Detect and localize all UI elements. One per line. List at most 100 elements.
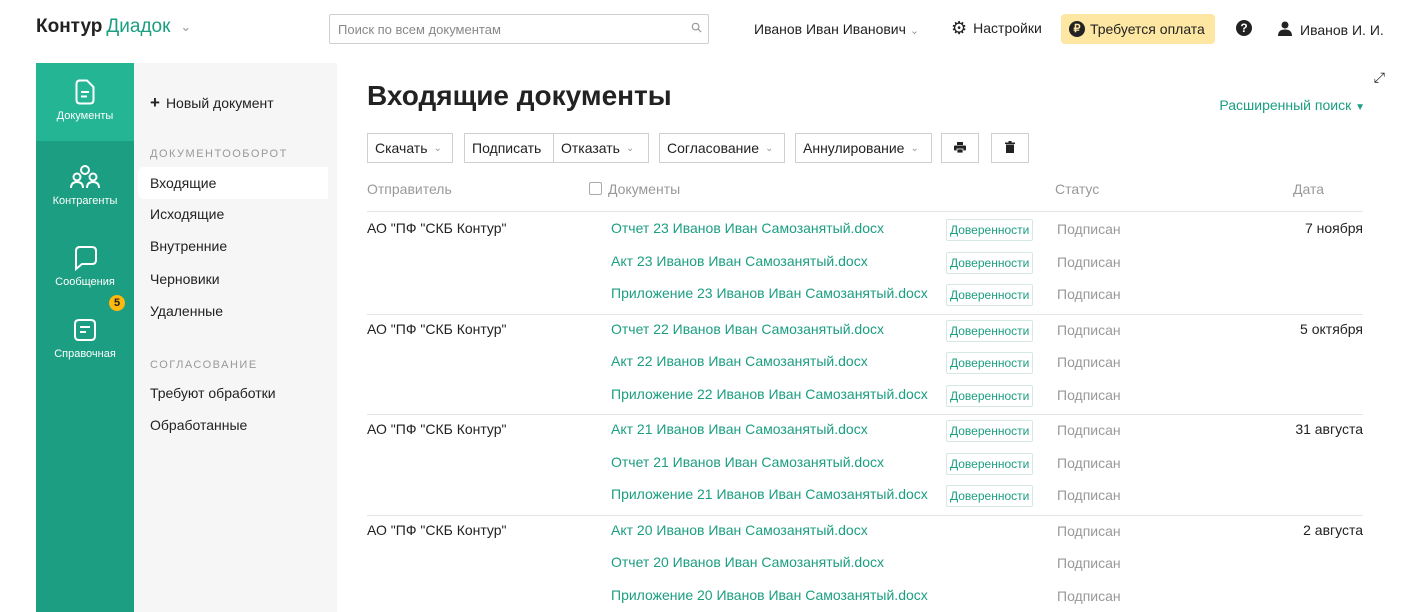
document-status: Подписан: [1057, 522, 1121, 539]
document-link[interactable]: Акт 22 Иванов Иван Самозанятый.docx: [611, 353, 868, 369]
document-link[interactable]: Приложение 22 Иванов Иван Самозанятый.do…: [611, 386, 928, 402]
document-tag[interactable]: Доверенности: [946, 452, 1034, 475]
document-status: Подписан: [1057, 253, 1121, 270]
search-input[interactable]: [330, 21, 684, 37]
sidebar-item-internal[interactable]: Внутренние: [138, 230, 328, 262]
group-divider: [367, 414, 1363, 415]
sender-name: АО "ПФ "СКБ Контур": [367, 521, 507, 538]
org-user-name: Иванов Иван Иванович: [754, 21, 906, 37]
nav-item-contractors[interactable]: Контрагенты: [36, 148, 134, 226]
column-header-date[interactable]: Дата: [1293, 181, 1324, 197]
header-divider: [367, 211, 1363, 212]
account-menu[interactable]: Иванов И. И.: [1278, 21, 1384, 39]
brand-sub: Диадок: [106, 16, 171, 37]
document-tag[interactable]: Доверенности: [946, 384, 1034, 407]
expand-icon[interactable]: ⤢: [1374, 69, 1385, 86]
ruble-icon: ₽: [1069, 21, 1085, 37]
document-date: 31 августа: [1295, 421, 1363, 437]
nav-label: Контрагенты: [52, 195, 118, 207]
search-box[interactable]: [329, 14, 709, 44]
sidebar-item-incoming[interactable]: Входящие: [138, 167, 328, 199]
document-link[interactable]: Отчет 23 Иванов Иван Самозанятый.docx: [611, 220, 884, 236]
document-status: Подписан: [1057, 487, 1121, 503]
logo[interactable]: Контур Диадок ⌄: [36, 16, 191, 38]
chevron-down-icon: ⌄: [765, 142, 774, 154]
chevron-down-icon[interactable]: ⌄: [180, 19, 191, 35]
document-link[interactable]: Приложение 21 Иванов Иван Самозанятый.do…: [611, 486, 928, 502]
payment-required-button[interactable]: ₽ Требуется оплата: [1061, 14, 1215, 44]
settings-label: Настройки: [973, 20, 1042, 36]
annul-button[interactable]: Аннулирование ⌄: [795, 133, 932, 163]
chevron-down-icon: ⌄: [625, 142, 635, 154]
document-tag[interactable]: Доверенности: [946, 251, 1034, 274]
search-icon[interactable]: [684, 22, 708, 36]
document-tag[interactable]: Доверенности: [946, 219, 1034, 241]
contacts-icon: [36, 164, 134, 192]
sidebar-item-drafts[interactable]: Черновики: [138, 263, 328, 295]
sidebar-item-need-processing[interactable]: Требуют обработки: [138, 377, 328, 409]
document-status: Подписан: [1057, 221, 1121, 237]
document-link[interactable]: Акт 21 Иванов Иван Самозанятый.docx: [611, 421, 868, 437]
approval-button[interactable]: Согласование ⌄: [659, 133, 785, 163]
new-document-label: Новый документ: [165, 95, 274, 111]
document-link[interactable]: Акт 20 Иванов Иван Самозанятый.docx: [611, 522, 868, 538]
document-link[interactable]: Отчет 22 Иванов Иван Самозанятый.docx: [611, 321, 884, 337]
document-tag[interactable]: Доверенности: [946, 485, 1034, 507]
organization-user-menu[interactable]: Иванов Иван Иванович ⌄: [754, 21, 919, 37]
document-icon: [36, 79, 134, 107]
document-link[interactable]: Приложение 20 Иванов Иван Самозанятый.do…: [611, 587, 928, 603]
select-all-checkbox[interactable]: [589, 182, 602, 195]
delete-button[interactable]: [991, 133, 1029, 163]
main-content: Входящие документы ⤢ Расширенный поиск ▼…: [337, 63, 1395, 612]
document-status: Подписан: [1057, 354, 1121, 370]
caret-down-icon: ▼: [1355, 102, 1365, 113]
download-button[interactable]: Скачать ⌄: [367, 133, 453, 163]
section-title-workflow: ДОКУМЕНТООБОРОТ: [150, 148, 288, 160]
sign-button[interactable]: Подписать: [464, 133, 554, 163]
document-link[interactable]: Отчет 20 Иванов Иван Самозанятый.docx: [611, 554, 884, 570]
approval-label: Согласование: [667, 140, 759, 156]
group-divider: [367, 313, 1363, 315]
chevron-down-icon: ⌄: [910, 142, 919, 154]
settings-link[interactable]: ⚙ Настройки: [951, 19, 1042, 37]
sign-label: Подписать: [472, 140, 542, 156]
reject-button[interactable]: Отказать ⌄: [553, 133, 649, 163]
messages-icon: [36, 245, 134, 273]
sidebar-item-processed[interactable]: Обработанные: [138, 409, 328, 441]
help-book-icon: [36, 317, 134, 345]
document-status: Подписан: [1057, 286, 1121, 302]
document-status: Подписан: [1057, 386, 1121, 403]
chevron-down-icon: ⌄: [433, 142, 442, 154]
top-bar: Контур Диадок ⌄ Иванов Иван Иванович⌄ ⚙ …: [0, 0, 1418, 62]
document-tag[interactable]: Доверенности: [946, 352, 1034, 374]
account-name: Иванов И. И.: [1300, 22, 1384, 38]
payment-label: Требуется оплата: [1090, 21, 1205, 37]
reject-label: Отказать: [561, 140, 620, 156]
document-link[interactable]: Приложение 23 Иванов Иван Самозанятый.do…: [611, 285, 928, 301]
document-status: Подписан: [1057, 587, 1121, 604]
advanced-search-link[interactable]: Расширенный поиск ▼: [1219, 97, 1365, 113]
document-tag[interactable]: Доверенности: [946, 284, 1034, 306]
print-button[interactable]: [941, 133, 979, 163]
document-tag[interactable]: Доверенности: [946, 420, 1034, 442]
sidebar-item-deleted[interactable]: Удаленные: [138, 295, 328, 327]
new-document-button[interactable]: + Новый документ: [150, 93, 274, 113]
document-link[interactable]: Отчет 21 Иванов Иван Самозанятый.docx: [611, 454, 884, 470]
user-icon: [1278, 21, 1292, 39]
document-date: 5 октября: [1300, 320, 1363, 337]
document-tag[interactable]: Доверенности: [946, 319, 1034, 342]
nav-item-documents[interactable]: Документы: [36, 63, 134, 141]
notification-badge: 5: [109, 295, 125, 311]
column-header-status[interactable]: Статус: [1055, 181, 1099, 197]
advanced-search-label: Расширенный поиск: [1219, 97, 1352, 113]
help-icon[interactable]: ?: [1236, 20, 1252, 36]
sidebar: + Новый документ ДОКУМЕНТООБОРОТ Входящие…: [134, 63, 337, 612]
group-divider: [367, 514, 1363, 516]
document-date: 7 ноября: [1304, 220, 1363, 236]
brand-main: Контур: [36, 16, 103, 37]
document-link[interactable]: Акт 23 Иванов Иван Самозанятый.docx: [611, 253, 868, 269]
sidebar-item-outgoing[interactable]: Исходящие: [138, 198, 328, 230]
nav-item-reference[interactable]: 5 Справочная: [36, 295, 134, 379]
column-header-sender[interactable]: Отправитель: [367, 181, 452, 197]
sender-name: АО "ПФ "СКБ Контур": [367, 421, 507, 437]
